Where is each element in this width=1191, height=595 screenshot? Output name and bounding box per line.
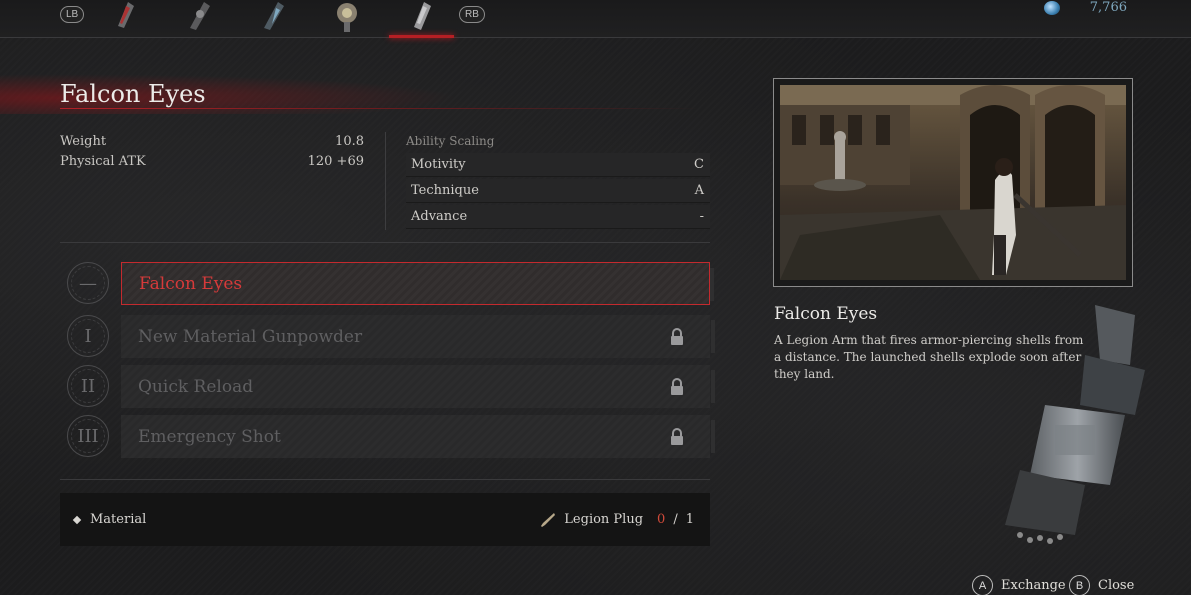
section-divider [60,479,710,480]
scaling-grade: A [694,183,704,198]
scaling-grade: - [699,209,704,224]
legion-arm-slot-2-icon[interactable] [182,0,216,34]
close-button[interactable]: B Close [1069,575,1134,595]
stat-label: Physical ATK [60,154,146,169]
material-required-count: 1 [685,512,694,527]
section-divider [60,242,710,243]
scaling-label: Technique [411,183,479,198]
scaling-row-motivity: Motivity C [406,153,710,177]
stat-value: 120 +69 [307,154,364,169]
upgrade-row-3[interactable]: Emergency Shot [121,415,715,458]
ergo-currency-icon [1043,0,1060,15]
exchange-label: Exchange [1001,578,1066,593]
material-label: Material [90,512,147,527]
arm-title-header: Falcon Eyes [0,74,700,114]
lock-icon [671,328,683,345]
scaling-row-technique: Technique A [406,179,710,203]
stat-value: 10.8 [335,134,364,149]
material-item-name: Legion Plug [564,512,644,527]
upgrade-name: New Material Gunpowder [138,326,363,347]
a-button-icon: A [972,575,993,595]
scaling-row-advance: Advance - [406,205,710,229]
stat-label: Weight [60,134,107,149]
exchange-button[interactable]: A Exchange [972,575,1066,595]
stat-row-physical-atk: Physical ATK 120 +69 [60,154,364,169]
scaling-label: Motivity [411,157,466,172]
row-edge [711,320,715,353]
row-edge [711,420,715,453]
currency-display: 7,766 [1043,0,1127,15]
scaling-grade: C [694,157,704,172]
b-button-icon: B [1069,575,1090,595]
close-label: Close [1098,578,1135,593]
legion-arm-slot-4-icon[interactable] [330,0,364,34]
upgrade-tier-circle: — [67,262,109,304]
selected-slot-indicator [389,35,454,38]
upgrade-row-1[interactable]: New Material Gunpowder [121,315,715,358]
title-underline [60,108,700,109]
rb-button[interactable]: RB [459,6,485,23]
upgrade-name: Emergency Shot [138,426,281,447]
lb-button[interactable]: LB [60,6,85,23]
upgrade-name: Falcon Eyes [139,273,243,294]
legion-plug-icon [541,512,556,527]
upgrade-tier-circle: III [67,415,109,457]
detail-title: Falcon Eyes [774,304,878,324]
material-item: Legion Plug 0 / 1 [540,512,694,528]
material-requirement-bar: Material Legion Plug 0 / 1 [60,493,710,546]
upgrade-name: Quick Reload [138,376,254,397]
stat-row-weight: Weight 10.8 [60,134,364,149]
stats-divider [385,132,386,230]
legion-arm-artwork [1005,305,1145,544]
upgrade-tier-circle: I [67,315,109,357]
lock-icon [671,378,683,395]
page-title: Falcon Eyes [60,80,206,108]
scaling-label: Advance [411,209,468,224]
arm-preview-image [780,85,1126,280]
diamond-bullet-icon [72,515,82,524]
legion-arm-slot-5-icon-selected[interactable] [404,0,438,34]
lock-icon [671,428,683,445]
row-edge [711,370,715,403]
upgrade-row-2[interactable]: Quick Reload [121,365,715,408]
legion-arm-slot-3-icon[interactable] [256,0,290,34]
legion-arm-slot-1-icon[interactable] [108,0,142,34]
upgrade-tier-circle: II [67,365,109,407]
top-bar: LB RB 7,766 [0,0,1191,38]
material-separator: / [673,512,678,527]
row-edge [710,268,714,301]
arm-preview-frame [773,78,1133,287]
upgrade-row-base[interactable]: Falcon Eyes [121,262,714,305]
ability-scaling-title: Ability Scaling [406,134,495,148]
material-owned-count: 0 [657,512,666,527]
currency-value: 7,766 [1089,0,1127,15]
